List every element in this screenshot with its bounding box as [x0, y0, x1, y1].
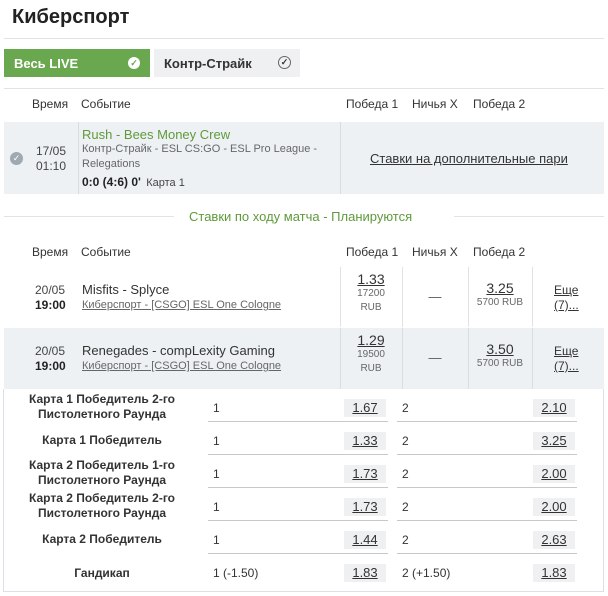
outcome-label: 1 [213, 500, 220, 514]
divider [340, 122, 341, 194]
odds-button[interactable]: 1.83 [344, 564, 386, 582]
more-link[interactable]: Еще (7)... [554, 344, 588, 374]
divider [208, 553, 388, 554]
odds-button[interactable]: 1.73 [344, 498, 386, 516]
market-label: Карта 2 Победитель [42, 532, 162, 546]
match-league[interactable]: Киберспорт - [CSGO] ESL One Cologne [82, 360, 281, 372]
match-score: 0:0 (4:6) 0' [82, 175, 141, 189]
odds-win1[interactable]: 1.29 19500 RUB [340, 332, 402, 376]
market-label: Гандикап [74, 566, 130, 580]
more-link[interactable]: Еще (7)... [554, 283, 588, 313]
match-row-expanded[interactable]: 20/05 19:00 Renegades - compLexity Gamin… [4, 328, 604, 389]
planned-banner: Ставки по ходу матча - Планируются [189, 209, 413, 224]
match-teams[interactable]: Misfits - Splyce [82, 282, 169, 297]
filter-counter-strike[interactable]: Контр-Страйк ✓ [154, 49, 300, 77]
match-date: 20/05 [35, 283, 66, 297]
outcome-label: 2 [402, 533, 409, 547]
divider [78, 122, 79, 194]
odds-button[interactable]: 1.73 [344, 465, 386, 483]
odds-draw: — [428, 289, 442, 304]
match-teams[interactable]: Rush - Bees Money Crew [82, 127, 230, 142]
odds-button[interactable]: 1.33 [344, 432, 386, 450]
divider [397, 520, 577, 521]
divider [4, 38, 604, 39]
extra-bets-link[interactable]: Ставки на дополнительные пари [370, 151, 568, 166]
odds-button[interactable]: 1.83 [533, 564, 575, 582]
divider [208, 421, 388, 422]
outcome-label: 1 [213, 467, 220, 481]
divider [397, 487, 577, 488]
filter-label: Весь LIVE [14, 55, 79, 71]
match-time: 01:10 [36, 159, 67, 173]
odds-win2[interactable]: 3.50 5700 RUB [468, 341, 532, 371]
header-time: Время [32, 97, 69, 111]
outcome-label: 1 [213, 533, 220, 547]
outcome-label: 2 [402, 500, 409, 514]
odds-button[interactable]: 3.25 [533, 432, 575, 450]
check-circle-icon: ✓ [10, 152, 23, 165]
outcome-label: 1 [213, 401, 220, 415]
odds-win2[interactable]: 3.25 5700 RUB [468, 280, 532, 310]
match-map: Карта 1 [146, 177, 185, 189]
outcome-label: 1 [213, 434, 220, 448]
match-row[interactable]: 20/05 19:00 Misfits - Splyce Киберспорт … [4, 267, 604, 327]
odds-button[interactable]: 1.44 [344, 531, 386, 549]
check-circle-icon: ✓ [128, 57, 140, 69]
divider [532, 328, 533, 389]
odds-button[interactable]: 2.00 [533, 498, 575, 516]
match-time: 19:00 [35, 359, 66, 373]
filter-all-live[interactable]: Весь LIVE ✓ [4, 49, 150, 77]
header-event: Событие [81, 245, 131, 259]
divider [208, 487, 388, 488]
divider [4, 216, 174, 217]
header-win1: Победа 1 [346, 245, 399, 259]
odds-button[interactable]: 2.10 [533, 399, 575, 417]
match-league: Контр-Страйк - ESL CS:GO - ESL Pro Leagu… [82, 143, 318, 170]
check-circle-icon: ✓ [278, 56, 291, 69]
header-win2: Победа 2 [473, 97, 526, 111]
header-time: Время [32, 245, 69, 259]
divider [397, 553, 577, 554]
divider [532, 267, 533, 327]
odds-win1[interactable]: 1.33 17200 RUB [340, 271, 402, 315]
market-label: Карта 2 Победитель 1-го Пистолетного Рау… [29, 458, 175, 487]
header-win1: Победа 1 [346, 97, 399, 111]
divider [397, 421, 577, 422]
live-match-row[interactable]: ✓ 17/05 01:10 Rush - Bees Money Crew Кон… [4, 122, 604, 194]
outcome-label: 2 (+1.50) [402, 566, 451, 580]
match-league[interactable]: Киберспорт - [CSGO] ESL One Cologne [82, 299, 281, 311]
header-draw: Ничья X [412, 245, 458, 259]
header-draw: Ничья X [412, 97, 458, 111]
divider [397, 454, 577, 455]
divider [208, 454, 388, 455]
market-label: Карта 1 Победитель [42, 433, 162, 447]
odds-draw: — [428, 350, 442, 365]
outcome-label: 2 [402, 467, 409, 481]
odds-button[interactable]: 1.67 [344, 399, 386, 417]
divider [454, 216, 604, 217]
page-title: Киберспорт [12, 6, 130, 28]
market-label: Карта 1 Победитель 2-го Пистолетного Рау… [29, 392, 175, 421]
divider [208, 520, 388, 521]
outcome-label: 2 [402, 434, 409, 448]
outcome-label: 1 (-1.50) [213, 566, 259, 580]
match-date: 17/05 [36, 144, 67, 158]
outcome-label: 2 [402, 401, 409, 415]
filter-label: Контр-Страйк [164, 55, 252, 71]
match-date: 20/05 [35, 344, 66, 358]
odds-button[interactable]: 2.00 [533, 465, 575, 483]
header-win2: Победа 2 [473, 245, 526, 259]
market-label: Карта 2 Победитель 2-го Пистолетного Рау… [29, 491, 175, 520]
header-event: Событие [81, 97, 131, 111]
odds-button[interactable]: 2.63 [533, 531, 575, 549]
match-teams[interactable]: Renegades - compLexity Gaming [82, 343, 275, 358]
match-time: 19:00 [35, 298, 66, 312]
divider [4, 88, 604, 89]
